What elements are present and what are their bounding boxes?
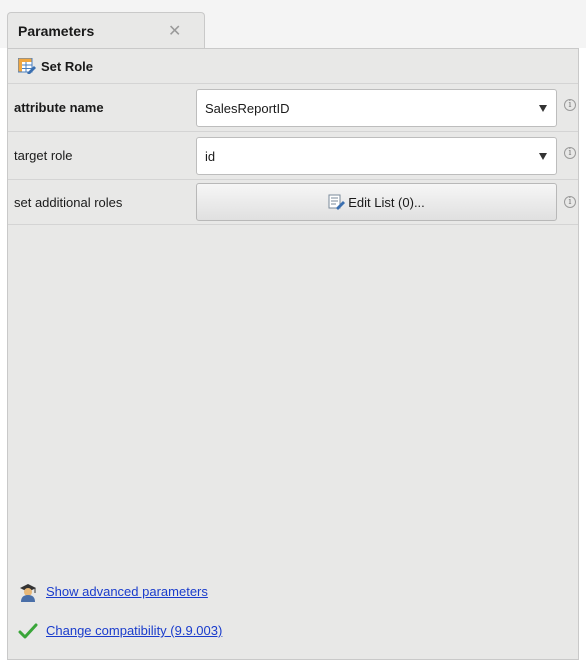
parameters-panel: Set Role attribute name SalesReportID i …: [7, 48, 579, 660]
close-icon[interactable]: ✕: [168, 21, 181, 41]
tab-parameters[interactable]: Parameters ✕: [7, 12, 205, 49]
operator-title: Set Role: [41, 59, 94, 74]
edit-list-label: Edit List (0)...: [348, 195, 425, 210]
info-icon[interactable]: i: [564, 147, 576, 159]
param-row-attribute-name: attribute name SalesReportID i: [8, 84, 578, 132]
tab-strip: Parameters ✕: [0, 0, 586, 49]
graduate-icon: [20, 584, 36, 602]
target-role-dropdown[interactable]: id: [196, 137, 557, 175]
operator-header: Set Role: [8, 49, 578, 84]
change-compatibility-label[interactable]: Change compatibility (9.9.003): [46, 623, 222, 638]
set-role-icon: [18, 58, 36, 74]
param-row-additional-roles: set additional roles Edit List (0)... i: [8, 180, 578, 225]
tab-label: Parameters: [18, 23, 95, 39]
info-icon[interactable]: i: [564, 99, 576, 111]
dropdown-arrow-icon: [539, 153, 547, 160]
edit-list-icon: [328, 194, 346, 210]
show-advanced-parameters-label[interactable]: Show advanced parameters: [46, 584, 208, 599]
dropdown-value: SalesReportID: [205, 101, 290, 116]
info-icon[interactable]: i: [564, 196, 576, 208]
param-label: target role: [14, 148, 73, 163]
dropdown-value: id: [205, 149, 216, 164]
edit-list-button[interactable]: Edit List (0)...: [196, 183, 557, 221]
check-icon: [18, 623, 38, 639]
attribute-name-dropdown[interactable]: SalesReportID: [196, 89, 557, 127]
param-label: set additional roles: [14, 195, 123, 210]
param-row-target-role: target role id i: [8, 132, 578, 180]
param-label: attribute name: [14, 100, 104, 115]
dropdown-arrow-icon: [539, 105, 547, 112]
